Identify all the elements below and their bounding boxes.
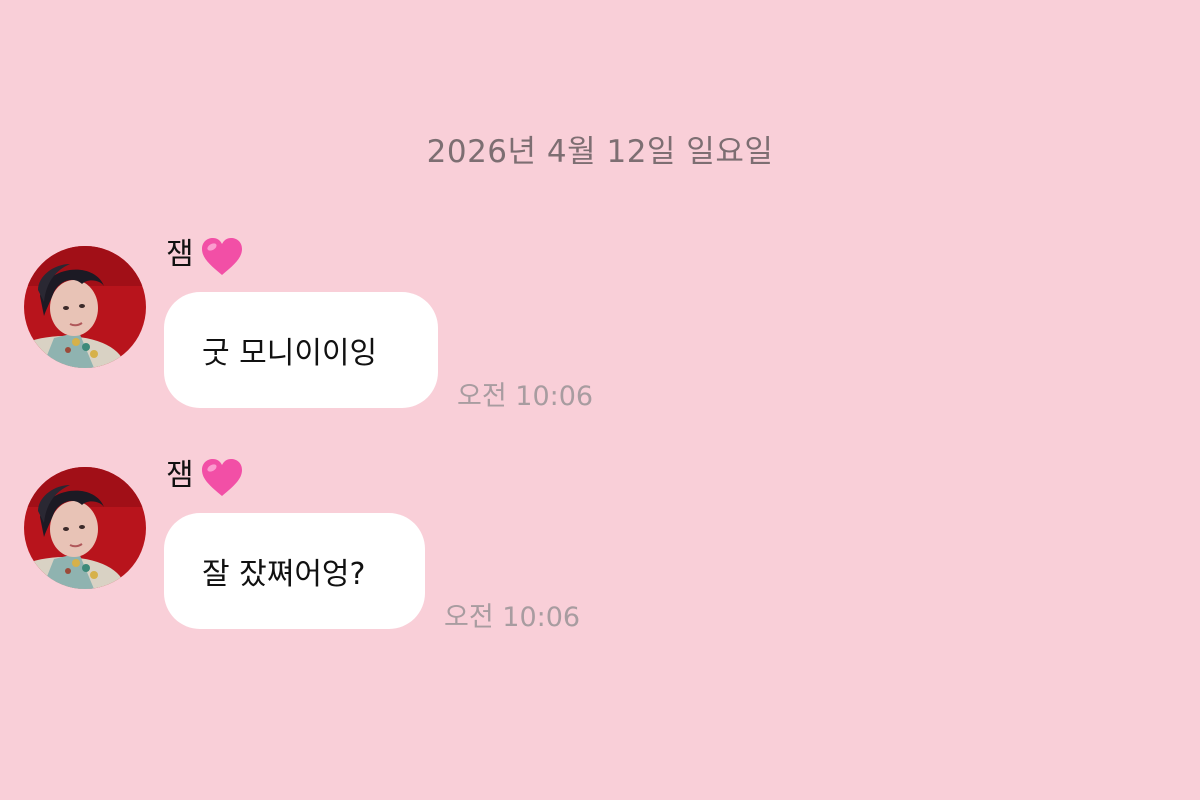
message-row: 잼 잘 잤쪄어엉? 오전 10:06 bbox=[0, 451, 1200, 651]
message-bubble[interactable]: 잘 잤쪄어엉? bbox=[164, 513, 425, 629]
sender-name: 잼 bbox=[166, 458, 194, 493]
message-timestamp: 오전 10:06 bbox=[457, 381, 594, 412]
date-divider: 2026년 4월 12일 일요일 bbox=[426, 134, 774, 170]
pink-heart-icon bbox=[202, 459, 242, 496]
message-text: 잘 잤쪄어엉? bbox=[202, 557, 366, 592]
avatar[interactable] bbox=[24, 467, 146, 589]
sender-name: 잼 bbox=[166, 237, 194, 272]
pink-heart-icon bbox=[202, 238, 242, 275]
avatar-photo bbox=[24, 246, 146, 368]
message-bubble[interactable]: 굿 모니이이잉 bbox=[164, 292, 438, 408]
message-timestamp: 오전 10:06 bbox=[444, 602, 581, 633]
avatar[interactable] bbox=[24, 246, 146, 368]
avatar-photo bbox=[24, 467, 146, 589]
message-text: 굿 모니이이잉 bbox=[202, 336, 378, 371]
message-row: 잼 굿 모니이이잉 오전 10:06 bbox=[0, 230, 1200, 430]
